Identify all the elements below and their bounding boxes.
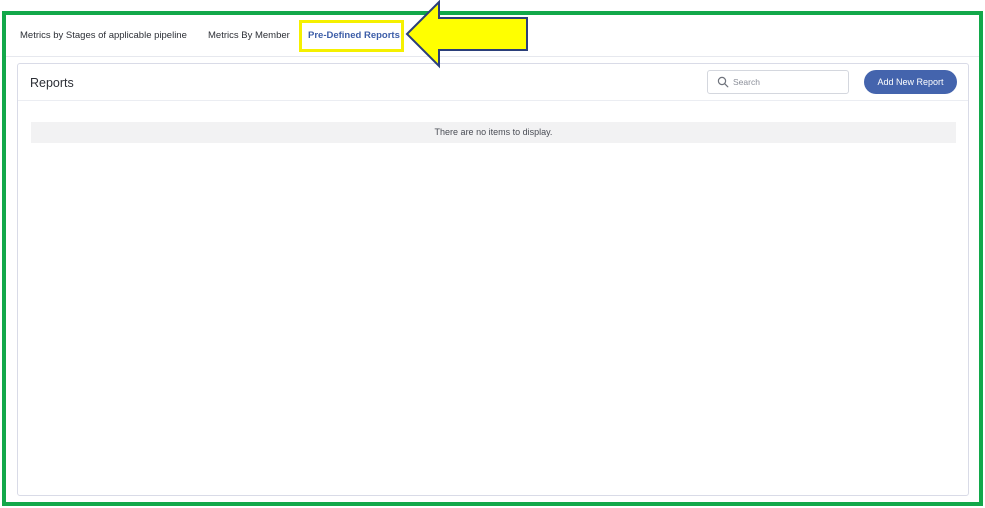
panel-title: Reports: [30, 76, 74, 90]
annotation-frame: Metrics by Stages of applicable pipeline…: [2, 11, 983, 506]
reports-panel: Reports Add New Report There are no item…: [17, 63, 969, 496]
search-input[interactable]: [733, 74, 843, 90]
tab-metrics-by-stages[interactable]: Metrics by Stages of applicable pipeline: [20, 30, 187, 42]
search-box[interactable]: [707, 70, 849, 94]
search-icon: [717, 76, 729, 88]
tab-metrics-by-member[interactable]: Metrics By Member: [208, 30, 290, 42]
annotation-arrow-icon: [405, 0, 528, 69]
empty-state-message: There are no items to display.: [31, 122, 956, 143]
active-tab-highlight-box: [299, 20, 404, 52]
add-new-report-button[interactable]: Add New Report: [864, 70, 957, 94]
